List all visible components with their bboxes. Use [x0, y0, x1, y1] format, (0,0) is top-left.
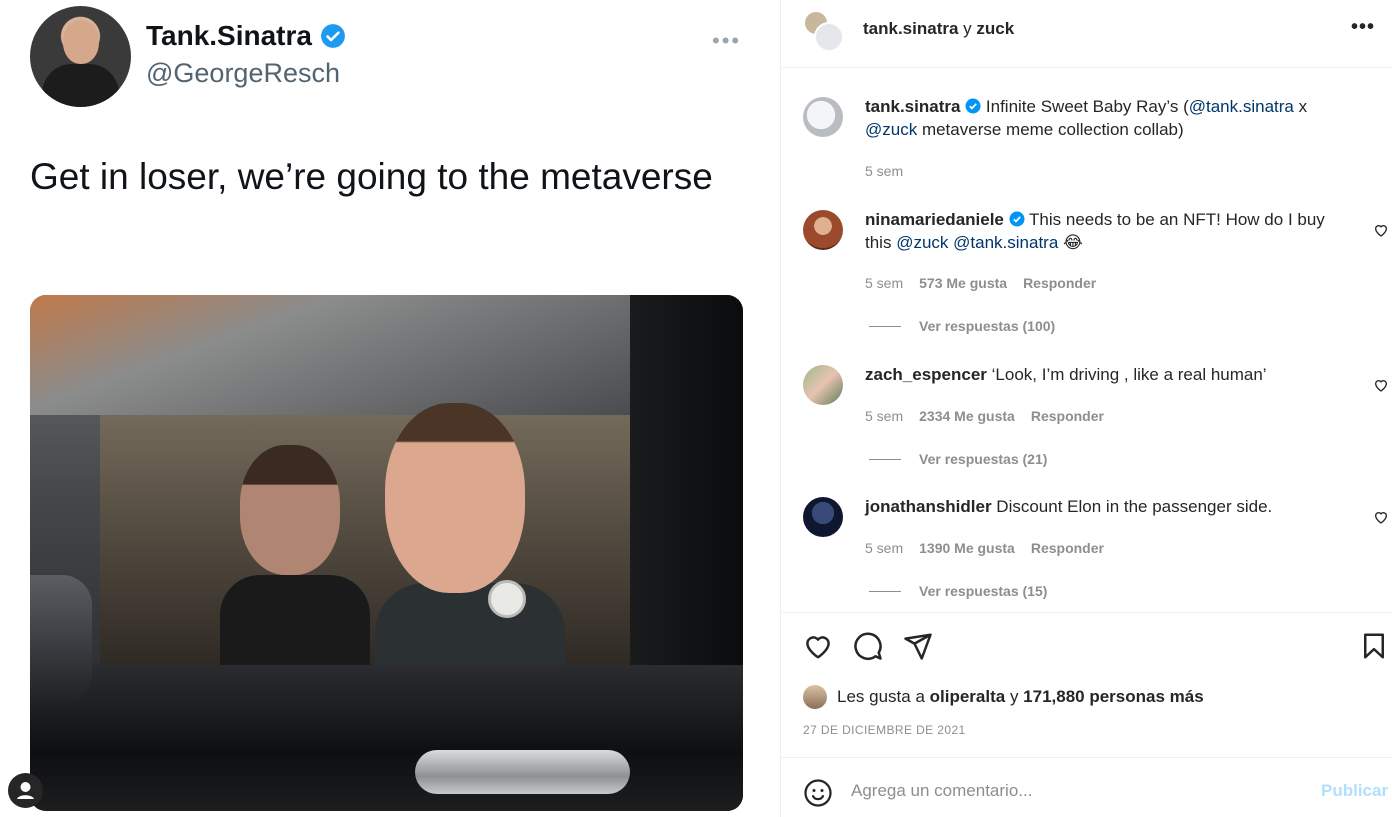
comment-likes[interactable]: 2334 Me gusta	[919, 408, 1015, 424]
emoji-icon[interactable]	[803, 778, 833, 808]
commenter-avatar[interactable]	[803, 365, 843, 405]
caption-time[interactable]: 5 sem	[865, 163, 903, 179]
post-date[interactable]: 27 DE DICIEMBRE DE 2021	[803, 723, 966, 737]
passenger-figure	[220, 425, 370, 685]
comment-bubble-icon[interactable]	[853, 631, 883, 661]
coauthor-avatar[interactable]	[814, 22, 844, 52]
caption-avatar[interactable]	[803, 97, 843, 137]
comment-like-icon[interactable]	[1373, 377, 1389, 393]
comment-like-icon[interactable]	[1373, 222, 1389, 238]
reply-button[interactable]: Responder	[1031, 540, 1104, 556]
tweet-handle: @GeorgeResch	[146, 58, 340, 88]
mention-link[interactable]: @tank.sinatra	[1189, 97, 1294, 116]
caption-text: tank.sinatra Infinite Sweet Baby Ray’s (…	[865, 97, 1308, 139]
reply-button[interactable]: Responder	[1031, 408, 1104, 424]
commenter-avatar[interactable]	[803, 210, 843, 250]
view-replies-button[interactable]: Ver respuestas (21)	[869, 451, 1047, 467]
commenter-avatar[interactable]	[803, 497, 843, 537]
tweet-more-icon: •••	[712, 28, 742, 53]
verified-badge-icon	[1009, 211, 1025, 227]
comment-time[interactable]: 5 sem	[865, 540, 903, 556]
tweet-text: Get in loser, we’re going to the metaver…	[30, 156, 713, 197]
door-handle	[415, 750, 630, 794]
comment-composer: Publicar	[781, 757, 1392, 817]
tweet-author: Tank.Sinatra	[146, 20, 346, 52]
likes-count-link[interactable]: 171,880 personas más	[1023, 687, 1204, 706]
more-options-icon[interactable]: •••	[1351, 16, 1375, 39]
post-sidebar: tank.sinatra y zuck ••• tank.sinatra Inf…	[780, 0, 1392, 817]
comment-text: ninamariedaniele This needs to be an NFT…	[865, 210, 1325, 252]
liker-link[interactable]: oliperalta	[930, 687, 1006, 706]
post-media: Tank.Sinatra @GeorgeResch ••• Get in los…	[0, 0, 780, 817]
post-actions: Les gusta a oliperalta y 171,880 persona…	[781, 612, 1392, 757]
reply-button[interactable]: Responder	[1023, 275, 1096, 291]
tweet-photo	[30, 295, 743, 811]
mention-link[interactable]: @zuck	[896, 233, 948, 252]
comment-input[interactable]	[851, 776, 1291, 806]
post-header: tank.sinatra y zuck •••	[781, 0, 1392, 68]
comment-time[interactable]: 5 sem	[865, 408, 903, 424]
parking-sticker	[488, 580, 526, 618]
comment-like-icon[interactable]	[1373, 509, 1389, 525]
comment-text: jonathanshidler Discount Elon in the pas…	[865, 497, 1273, 516]
coauthor-link[interactable]: zuck	[976, 19, 1014, 38]
publish-button[interactable]: Publicar	[1321, 781, 1388, 801]
save-bookmark-icon[interactable]	[1359, 631, 1389, 661]
likes-summary: Les gusta a oliperalta y 171,880 persona…	[803, 685, 1204, 709]
comment-text: zach_espencer ‘Look, I’m driving , like …	[865, 365, 1267, 384]
liker-avatar[interactable]	[803, 685, 827, 709]
view-replies-button[interactable]: Ver respuestas (15)	[869, 583, 1047, 599]
author-link[interactable]: tank.sinatra	[863, 19, 958, 38]
comment-likes[interactable]: 573 Me gusta	[919, 275, 1007, 291]
comment-likes[interactable]: 1390 Me gusta	[919, 540, 1015, 556]
verified-badge-icon	[965, 98, 981, 114]
driver-figure	[375, 403, 565, 683]
share-send-icon[interactable]	[903, 631, 933, 661]
tweet-avatar	[30, 6, 131, 107]
mention-link[interactable]: @zuck	[865, 120, 917, 139]
tagged-accounts-icon[interactable]	[8, 773, 43, 808]
mention-link[interactable]: @tank.sinatra	[953, 233, 1058, 252]
view-replies-button[interactable]: Ver respuestas (100)	[869, 318, 1055, 334]
verified-badge-icon	[321, 24, 345, 48]
tweet-author-name: Tank.Sinatra	[146, 20, 312, 51]
like-heart-icon[interactable]	[803, 631, 833, 661]
side-mirror	[30, 575, 92, 705]
post-authors: tank.sinatra y zuck	[863, 19, 1015, 38]
comment-time[interactable]: 5 sem	[865, 275, 903, 291]
